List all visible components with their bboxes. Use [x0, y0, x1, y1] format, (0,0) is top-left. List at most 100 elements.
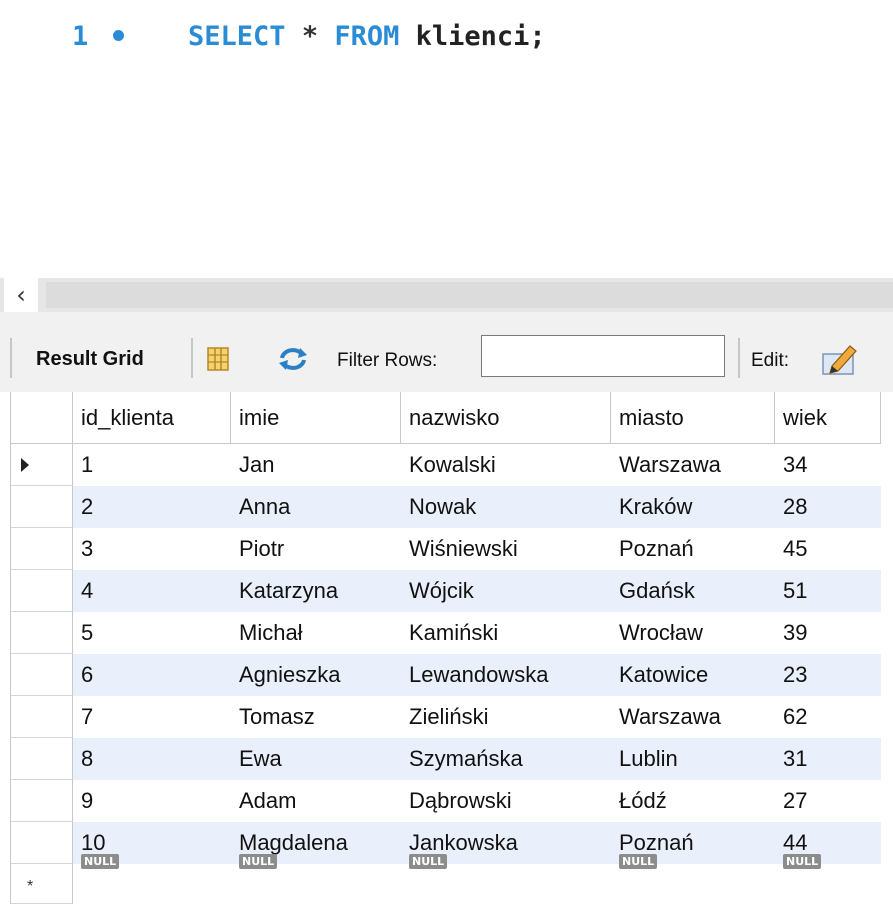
row-selector[interactable] [11, 822, 73, 864]
editor-horizontal-scrollbar[interactable]: ‹ [0, 278, 893, 312]
cell-id-klienta[interactable]: 9 [73, 780, 231, 822]
cell-id-klienta[interactable]: 4 [73, 570, 231, 612]
edit-pencil-icon[interactable] [820, 340, 860, 376]
cell-id-klienta[interactable]: 2 [73, 486, 231, 528]
cell-wiek[interactable]: 34 [775, 444, 881, 486]
cell-miasto[interactable]: Lublin [611, 738, 775, 780]
cell-imie[interactable]: Ewa [231, 738, 401, 780]
table-row[interactable]: 7 Tomasz Zieliński Warszawa 62 [11, 696, 881, 738]
column-header-nazwisko[interactable]: nazwisko [401, 392, 611, 444]
cell-id-klienta[interactable]: 8 [73, 738, 231, 780]
cell-wiek[interactable]: 28 [775, 486, 881, 528]
cell-imie-null[interactable]: NULL [231, 854, 401, 904]
sql-keyword-select: SELECT [188, 20, 286, 52]
null-badge: NULL [239, 854, 278, 869]
cell-nazwisko[interactable]: Dąbrowski [401, 780, 611, 822]
cell-nazwisko[interactable]: Kamiński [401, 612, 611, 654]
scroll-left-icon[interactable]: ‹ [4, 278, 38, 312]
table-row[interactable]: 9 Adam Dąbrowski Łódź 27 [11, 780, 881, 822]
table-row[interactable]: 3 Piotr Wiśniewski Poznań 45 [11, 528, 881, 570]
column-header-wiek[interactable]: wiek [775, 392, 881, 444]
result-grid-tab[interactable]: Result Grid [36, 348, 144, 371]
cell-wiek[interactable]: 23 [775, 654, 881, 696]
null-badge: NULL [409, 854, 448, 869]
table-row[interactable]: 6 Agnieszka Lewandowska Katowice 23 [11, 654, 881, 696]
cell-id-klienta[interactable]: 3 [73, 528, 231, 570]
column-header-imie[interactable]: imie [231, 392, 401, 444]
table-row[interactable]: 4 Katarzyna Wójcik Gdańsk 51 [11, 570, 881, 612]
cell-imie[interactable]: Katarzyna [231, 570, 401, 612]
cell-miasto[interactable]: Warszawa [611, 696, 775, 738]
cell-miasto[interactable]: Katowice [611, 654, 775, 696]
cell-imie[interactable]: Tomasz [231, 696, 401, 738]
row-selector[interactable] [11, 612, 73, 654]
cell-wiek[interactable]: 62 [775, 696, 881, 738]
table-row[interactable]: 5 Michał Kamiński Wrocław 39 [11, 612, 881, 654]
row-selector[interactable] [11, 486, 73, 528]
cell-miasto-null[interactable]: NULL [611, 854, 775, 904]
row-selector[interactable] [11, 654, 73, 696]
cell-wiek[interactable]: 51 [775, 570, 881, 612]
cell-imie[interactable]: Adam [231, 780, 401, 822]
cell-id-klienta[interactable]: 7 [73, 696, 231, 738]
cell-imie[interactable]: Jan [231, 444, 401, 486]
row-selector[interactable]: * [11, 864, 73, 904]
cell-wiek[interactable]: 27 [775, 780, 881, 822]
cell-nazwisko[interactable]: Nowak [401, 486, 611, 528]
cell-miasto[interactable]: Łódź [611, 780, 775, 822]
refresh-icon[interactable] [276, 346, 310, 372]
table-row[interactable]: 2 Anna Nowak Kraków 28 [11, 486, 881, 528]
new-row[interactable]: * NULL NULL NULL NULL NULL [11, 854, 881, 904]
cell-nazwisko[interactable]: Wiśniewski [401, 528, 611, 570]
table-row[interactable]: 8 Ewa Szymańska Lublin 31 [11, 738, 881, 780]
cell-miasto[interactable]: Kraków [611, 486, 775, 528]
cell-nazwisko-null[interactable]: NULL [401, 854, 611, 904]
row-selector[interactable] [11, 780, 73, 822]
line-number: 1 [72, 20, 89, 52]
cell-wiek-null[interactable]: NULL [775, 854, 881, 904]
row-selector[interactable] [11, 738, 73, 780]
cell-imie[interactable]: Agnieszka [231, 654, 401, 696]
cell-nazwisko[interactable]: Kowalski [401, 444, 611, 486]
cell-wiek[interactable]: 45 [775, 528, 881, 570]
cell-wiek[interactable]: 39 [775, 612, 881, 654]
null-badge: NULL [81, 854, 120, 869]
column-header-miasto[interactable]: miasto [611, 392, 775, 444]
cell-id-klienta-null[interactable]: NULL [73, 854, 231, 904]
new-row-marker: * [27, 878, 34, 895]
null-badge: NULL [619, 854, 658, 869]
row-selector[interactable] [11, 528, 73, 570]
row-selector[interactable] [11, 696, 73, 738]
column-header-id-klienta[interactable]: id_klienta [73, 392, 231, 444]
cell-imie[interactable]: Anna [231, 486, 401, 528]
cell-nazwisko[interactable]: Szymańska [401, 738, 611, 780]
null-badge: NULL [783, 854, 822, 869]
row-selector[interactable] [11, 570, 73, 612]
filter-rows-label: Filter Rows: [337, 350, 438, 371]
cell-miasto[interactable]: Wrocław [611, 612, 775, 654]
grid-layout-icon[interactable] [207, 347, 229, 371]
row-selector-header[interactable] [11, 392, 73, 444]
filter-rows-input[interactable] [481, 335, 725, 377]
cell-imie[interactable]: Piotr [231, 528, 401, 570]
scrollbar-track[interactable] [46, 282, 893, 308]
cell-wiek[interactable]: 31 [775, 738, 881, 780]
sql-editor[interactable]: 1 SELECT * FROM klienci; [0, 0, 893, 278]
result-grid[interactable]: id_klienta imie nazwisko miasto wiek 1 Ja… [10, 392, 881, 904]
cell-nazwisko[interactable]: Zieliński [401, 696, 611, 738]
row-selector[interactable] [11, 444, 73, 486]
cell-miasto[interactable]: Warszawa [611, 444, 775, 486]
table-row[interactable]: 1 Jan Kowalski Warszawa 34 [11, 444, 881, 486]
cell-imie[interactable]: Michał [231, 612, 401, 654]
current-row-arrow-icon [21, 458, 29, 472]
cell-id-klienta[interactable]: 1 [73, 444, 231, 486]
edit-label: Edit: [751, 350, 790, 371]
grid-body: 1 Jan Kowalski Warszawa 34 2 Anna Nowak Kraków 28… [11, 444, 881, 904]
cell-miasto[interactable]: Poznań [611, 528, 775, 570]
sql-statement[interactable]: SELECT * FROM klienci; [188, 21, 546, 52]
cell-id-klienta[interactable]: 6 [73, 654, 231, 696]
cell-nazwisko[interactable]: Wójcik [401, 570, 611, 612]
cell-miasto[interactable]: Gdańsk [611, 570, 775, 612]
cell-nazwisko[interactable]: Lewandowska [401, 654, 611, 696]
cell-id-klienta[interactable]: 5 [73, 612, 231, 654]
